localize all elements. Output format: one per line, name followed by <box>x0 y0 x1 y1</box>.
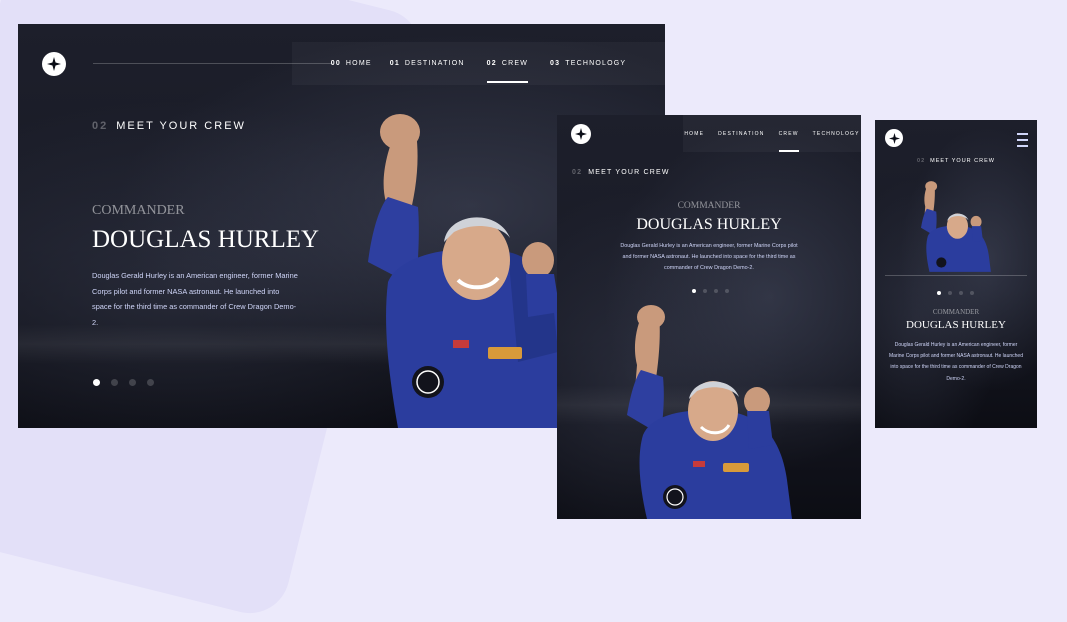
tablet-preview: HOME DESTINATION CREW TECHNOLOGY 02 MEET … <box>557 115 861 519</box>
crew-portrait-image <box>627 305 792 519</box>
crew-slider-dots <box>937 291 974 295</box>
crew-role: COMMANDER <box>92 203 185 218</box>
active-indicator <box>778 149 799 152</box>
logo-icon[interactable] <box>42 52 66 76</box>
nav-item-crew[interactable]: CREW <box>778 130 799 152</box>
slider-dot[interactable] <box>703 289 707 293</box>
crew-portrait-image <box>368 114 568 428</box>
nav-item-home[interactable]: 00 HOME <box>331 60 372 67</box>
tablet-nav: HOME DESTINATION CREW TECHNOLOGY <box>683 115 861 152</box>
nav-item-home[interactable]: HOME <box>684 131 704 137</box>
slider-dot[interactable] <box>970 291 974 295</box>
nav-label: DESTINATION <box>718 130 765 137</box>
crew-portrait-image <box>921 181 991 272</box>
crew-bio: Douglas Gerald Hurley is an American eng… <box>889 342 1023 382</box>
slider-dot[interactable] <box>692 289 696 293</box>
mobile-preview: 02 MEET YOUR CREW COMMANDER DOUGLAS HURLE… <box>875 120 1037 428</box>
crew-slider-dots <box>93 379 154 386</box>
nav-label: TECHNOLOGY <box>812 130 860 137</box>
nav-number: 01 <box>389 60 400 67</box>
logo-icon[interactable] <box>885 129 903 147</box>
nav-label: CREW <box>501 60 529 67</box>
hamburger-menu-icon[interactable] <box>1017 133 1028 147</box>
slider-dot[interactable] <box>714 289 718 293</box>
logo-icon[interactable] <box>571 124 591 144</box>
crew-name: DOUGLAS HURLEY <box>92 226 320 253</box>
section-number: 02 <box>92 120 109 132</box>
crew-name: DOUGLAS HURLEY <box>906 319 1006 331</box>
nav-label: CREW <box>778 130 799 137</box>
nav-label: HOME <box>345 60 372 67</box>
section-title: MEET YOUR CREW <box>588 169 670 176</box>
slider-dot[interactable] <box>93 379 100 386</box>
primary-nav: 00HOME 01DESTINATION 02CREW .nav .item.a… <box>292 42 665 85</box>
nav-number: 00 <box>330 60 341 67</box>
section-heading: 02 MEET YOUR CREW <box>875 158 1037 164</box>
image-divider-line <box>885 275 1027 276</box>
section-title: MEET YOUR CREW <box>930 158 995 164</box>
slider-dot[interactable] <box>959 291 963 295</box>
nav-label: TECHNOLOGY <box>565 60 627 67</box>
slider-dot[interactable] <box>937 291 941 295</box>
nav-item-crew[interactable]: 02CREW .nav .item.active::after{ bottom:… <box>486 60 529 83</box>
slider-dot[interactable] <box>129 379 136 386</box>
section-number: 02 <box>572 169 583 176</box>
nav-number: 02 <box>486 60 497 67</box>
crew-name: DOUGLAS HURLEY <box>636 216 782 233</box>
crew-role: COMMANDER <box>677 201 741 211</box>
section-heading: 02 MEET YOUR CREW <box>92 120 246 132</box>
slider-dot[interactable] <box>725 289 729 293</box>
crew-bio: Douglas Gerald Hurley is an American eng… <box>92 271 298 327</box>
section-title: MEET YOUR CREW <box>116 120 246 132</box>
crew-slider-dots <box>692 289 729 293</box>
slider-dot[interactable] <box>147 379 154 386</box>
slider-dot[interactable] <box>111 379 118 386</box>
section-number: 02 <box>917 158 926 164</box>
crew-bio: Douglas Gerald Hurley is an American eng… <box>620 243 798 272</box>
nav-label: DESTINATION <box>404 60 465 67</box>
section-heading: 02 MEET YOUR CREW <box>572 169 670 176</box>
nav-item-destination[interactable]: DESTINATION <box>718 131 764 137</box>
nav-item-technology[interactable]: TECHNOLOGY <box>813 131 860 137</box>
nav-item-destination[interactable]: 01 DESTINATION <box>390 60 465 67</box>
nav-label: HOME <box>684 130 705 137</box>
crew-role: COMMANDER <box>932 308 980 316</box>
slider-dot[interactable] <box>948 291 952 295</box>
nav-number: 03 <box>550 60 561 67</box>
nav-item-technology[interactable]: 03 TECHNOLOGY <box>550 60 626 67</box>
